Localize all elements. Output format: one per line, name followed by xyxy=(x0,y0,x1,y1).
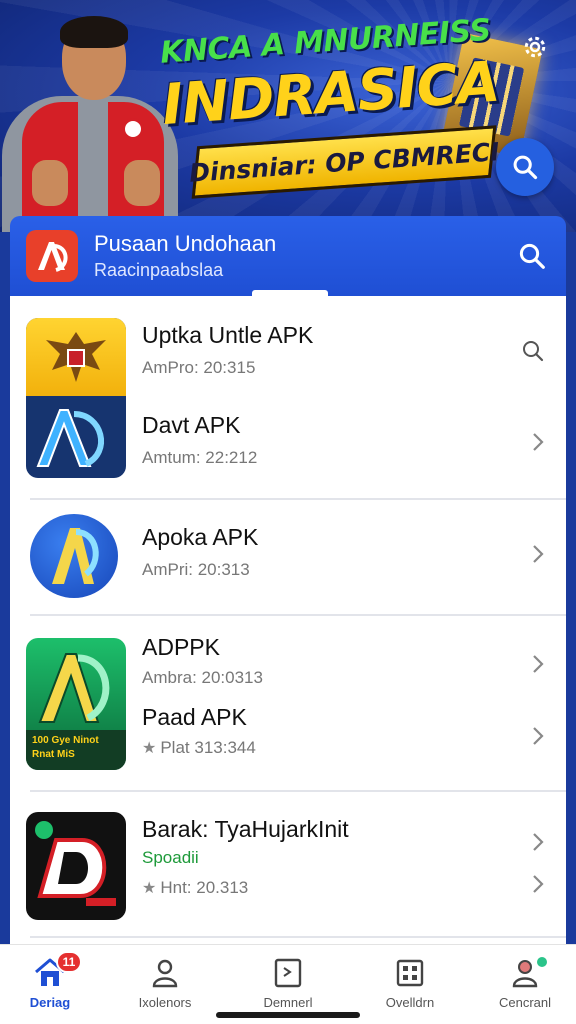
app-name: Uptka Untle APK xyxy=(142,322,314,348)
presenter-photo xyxy=(0,10,180,232)
nav-item-downloads[interactable]: Demnerl xyxy=(240,957,336,1017)
search-icon xyxy=(513,155,538,180)
list-item[interactable]: 100 Gye Ninot Rnat MiS ADPPK Ambra: 20:0… xyxy=(10,616,566,788)
app-meta: ★ Plat 313:344 xyxy=(142,738,256,757)
home-indicator xyxy=(216,1012,360,1018)
nav-item-home[interactable]: 11 Deriag xyxy=(2,951,98,1017)
page-title: Pusaan Undohaan xyxy=(94,231,277,256)
settings-button[interactable] xyxy=(518,30,552,64)
chevron-right-icon[interactable] xyxy=(528,432,548,452)
app-name: Paad APK xyxy=(142,704,247,730)
person-icon xyxy=(152,959,178,988)
grid-icon xyxy=(396,959,424,987)
app-name: Barak: TyaHujarkInit xyxy=(142,816,349,842)
star-icon: ★ xyxy=(142,880,157,897)
chevron-right-icon[interactable] xyxy=(528,726,548,746)
ad-app-icon xyxy=(36,409,105,467)
app-icon-apoka xyxy=(30,514,118,598)
app-meta: ★ Hnt: 20.313 xyxy=(142,878,249,897)
search-icon xyxy=(519,243,545,269)
promo-banner[interactable]: KNCA A MNURNEISS INDRASICA Dinsniar: OP … xyxy=(0,0,576,232)
nav-label: Ovelldrn xyxy=(385,995,435,1010)
app-meta: Spoadii xyxy=(142,848,199,867)
app-icon-barak xyxy=(26,812,126,920)
chevron-right-icon[interactable] xyxy=(528,544,548,564)
nav-label: Ixolenors xyxy=(138,995,192,1010)
banner-search-button[interactable] xyxy=(496,138,554,196)
a-letter-icon xyxy=(52,528,99,584)
garuda-emblem-icon xyxy=(26,318,126,396)
nav-label: Cencranl xyxy=(498,995,552,1010)
page-subtitle: Raacinpaabslaa xyxy=(94,260,224,280)
app-logo xyxy=(26,230,78,282)
app-list: Uptka Untle APK AmPro: 20:315 Davt APK A… xyxy=(10,296,566,944)
app-name: Davt APK xyxy=(142,412,241,438)
nav-item-account[interactable]: Cencranl xyxy=(477,957,573,1017)
app-meta: AmPro: 20:315 xyxy=(142,358,256,377)
app-meta: Amtum: 22:212 xyxy=(142,448,258,467)
gear-icon xyxy=(524,36,546,58)
chevron-right-icon[interactable] xyxy=(528,832,548,852)
banner-ribbon-text: Dinsniar: OP CBMRECI xyxy=(187,136,501,188)
item-search-button[interactable] xyxy=(520,338,546,364)
chevron-right-icon[interactable] xyxy=(528,654,548,674)
list-item[interactable]: Barak: TyaHujarkInit Spoadii ★ Hnt: 20.31… xyxy=(10,792,566,940)
nav-item-overview[interactable]: Ovelldrn xyxy=(362,957,458,1017)
app-meta: AmPri: 20:313 xyxy=(142,560,250,579)
star-icon: ★ xyxy=(142,740,157,757)
app-name: Apoka APK xyxy=(142,524,259,550)
chevron-right-icon[interactable] xyxy=(528,874,548,894)
divider xyxy=(30,936,566,938)
app-icon-adppk: 100 Gye Ninot Rnat MiS xyxy=(26,638,126,770)
header-search-button[interactable] xyxy=(512,236,552,276)
list-item[interactable]: Apoka APK AmPri: 20:313 xyxy=(10,500,566,612)
ad-green-icon xyxy=(38,653,110,723)
nav-item-profile[interactable]: Ixolenors xyxy=(117,957,213,1017)
nav-label: Demnerl xyxy=(263,995,313,1010)
document-icon xyxy=(274,958,302,988)
ad-logo-icon xyxy=(38,242,68,272)
notification-badge: 11 xyxy=(56,951,82,973)
app-tile-caption: 100 Gye Ninot Rnat MiS xyxy=(26,730,126,770)
search-icon xyxy=(523,341,544,362)
app-header: Pusaan Undohaan Raacinpaabslaa xyxy=(10,216,566,296)
d-letter-icon xyxy=(35,821,116,906)
online-status-dot xyxy=(537,957,547,967)
app-meta: Ambra: 20:0313 xyxy=(142,668,263,687)
nav-label: Deriag xyxy=(29,995,71,1010)
app-icon-garuda xyxy=(26,318,126,478)
list-item[interactable]: Uptka Untle APK AmPro: 20:315 Davt APK A… xyxy=(10,296,566,498)
app-name: ADPPK xyxy=(142,634,220,660)
